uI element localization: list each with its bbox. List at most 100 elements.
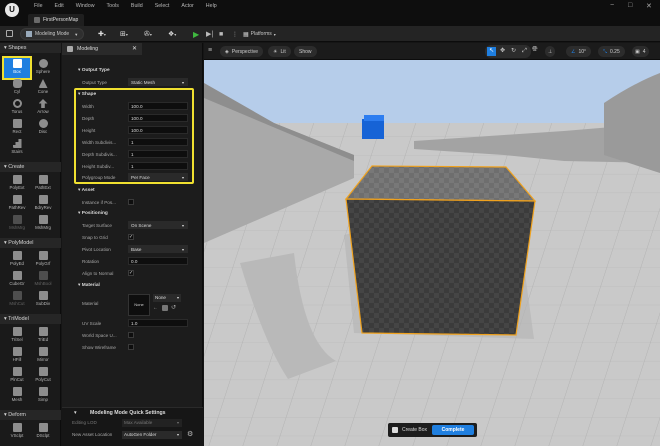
viewport-menu-icon[interactable]: ≡ [208,47,212,54]
material-dropdown[interactable]: None ▾ [153,294,181,302]
tool-polycut[interactable]: PolyCut [30,366,56,386]
depth-field[interactable]: 100.0 [128,114,188,122]
scale-snap-button[interactable]: ⤡ 0.25 [598,46,625,57]
tool-torus[interactable]: Torus [4,98,30,118]
save-icon[interactable] [6,30,13,37]
new-asset-location-dropdown[interactable]: AutoGen Folder ▾ [122,431,182,439]
close-window-button[interactable]: ✕ [646,2,652,10]
platforms-button[interactable]: ▦ Platforms ▾ [243,28,276,40]
category-deform[interactable]: ▾ Deform [0,410,61,420]
rotation-field[interactable]: 0.0 [128,257,188,265]
quick-settings-header[interactable]: ▾ Modeling Mode Quick Settings [74,410,166,416]
polygroup-mode-dropdown[interactable]: Per Face ▾ [128,173,188,181]
section-asset[interactable]: ▾ Asset [70,186,196,196]
tool-arrow[interactable]: Arrow [30,98,56,118]
complete-button[interactable]: Complete [432,425,474,435]
tool-vsclpt[interactable]: VSclpt [4,422,30,442]
uv-scale-field[interactable]: 1.0 [128,319,188,327]
show-wireframe-checkbox[interactable] [128,344,134,350]
height-subdivisions-field[interactable]: 1 [128,162,188,170]
tool-pathrev[interactable]: PathRev [4,194,30,214]
content-button[interactable]: ❖ ▾ [168,28,176,40]
browse-folder-icon[interactable] [162,305,168,311]
tool-cone[interactable]: Cone [30,78,56,98]
tool-sphere[interactable]: Sphere [30,58,56,78]
camera-speed-button[interactable]: ▣ 4 [632,46,649,57]
snap-to-grid-checkbox[interactable]: ✓ [128,234,134,240]
level-tab[interactable]: FirstPersonMap [28,14,84,26]
category-create[interactable]: ▾ Create [0,162,61,172]
pivot-location-dropdown[interactable]: Base ▾ [128,245,188,253]
close-tab-icon[interactable]: ✕ [132,45,137,52]
tool-simp[interactable]: Simp [30,386,56,406]
menu-tools[interactable]: Tools [107,3,119,9]
settings-gear-icon[interactable]: ⚙ [187,430,193,438]
world-icon[interactable]: 🌐︎ [532,46,538,54]
section-material[interactable]: ▾ Material [70,281,196,291]
stop-button[interactable]: ■ [219,28,223,40]
play-options-button[interactable]: ⋮ [232,28,238,40]
category-shapes[interactable]: ▾ Shapes [0,43,61,53]
show-button[interactable]: Show [294,46,317,57]
category-polymodel[interactable]: ▾ PolyModel [0,238,61,248]
tool-mirror[interactable]: Mirror [30,346,56,366]
lit-button[interactable]: ☀ Lit [268,46,291,57]
add-content-button[interactable]: ✚ ▾ [98,28,106,40]
tool-pathext[interactable]: PathExt [30,174,56,194]
menu-help[interactable]: Help [206,3,217,9]
tool-rect[interactable]: Rect [4,118,30,138]
tool-hfill[interactable]: HFill [4,346,30,366]
category-trimodel[interactable]: ▾ TriModel [0,314,61,324]
tool-stairs[interactable]: Stairs [4,138,30,158]
tool-box[interactable]: Box [2,56,32,80]
move-icon[interactable]: ✥ [498,47,507,56]
level-viewport[interactable] [204,43,660,446]
tool-tried[interactable]: TriEd [30,326,56,346]
menu-actor[interactable]: Actor [181,3,193,9]
maximize-button[interactable]: □ [628,2,632,9]
menu-window[interactable]: Window [76,3,95,9]
step-button[interactable]: ▶| [206,28,213,40]
target-surface-dropdown[interactable]: On Scene ▾ [128,221,188,229]
world-space-uv-checkbox[interactable] [128,332,134,338]
scale-icon[interactable]: ⤢ [520,47,529,56]
tool-dsclpt[interactable]: DSclpt [30,422,56,442]
perspective-button[interactable]: ◈ Perspective [220,46,263,57]
menu-edit[interactable]: Edit [55,3,64,9]
menu-build[interactable]: Build [131,3,143,9]
tool-mshmrg[interactable]: MshMrg [30,214,56,234]
tool-trisel[interactable]: TriSel [4,326,30,346]
modeling-tab[interactable]: Modeling ✕ [62,43,142,55]
menu-select[interactable]: Select [155,3,170,9]
align-to-normal-checkbox[interactable]: ✓ [128,270,134,276]
tool-bdryrev[interactable]: BdryRev [30,194,56,214]
tool-polygrf[interactable]: PolyGrf [30,250,56,270]
minimize-button[interactable]: − [610,2,614,9]
material-thumbnail[interactable]: None [128,294,150,316]
tool-polyed[interactable]: PolyEd [4,250,30,270]
tool-subdiv[interactable]: SubDiv [30,290,56,310]
section-output-type[interactable]: ▾ Output Type [70,66,196,76]
cinematics-button[interactable]: ✇ ▾ [144,28,152,40]
output-type-dropdown[interactable]: Static Mesh ▾ [128,78,188,86]
tool-polyext[interactable]: PolyExt [4,174,30,194]
section-positioning[interactable]: ▾ Positioning [70,209,196,219]
width-subdivisions-field[interactable]: 1 [128,138,188,146]
tool-plncut[interactable]: PlnCut [4,366,30,386]
tool-cubegr[interactable]: CubeGr [4,270,30,290]
tool-cylinder[interactable]: Cyl [4,78,30,98]
play-button[interactable]: ▶ [193,28,199,40]
section-shape[interactable]: ▾ Shape [70,90,196,100]
tool-mesh[interactable]: Mesh [4,386,30,406]
height-field[interactable]: 100.0 [128,126,188,134]
select-icon[interactable]: ↖ [487,47,496,56]
width-field[interactable]: 100.0 [128,102,188,110]
reset-icon[interactable]: ↺ [171,304,176,311]
tool-disc[interactable]: Disc [30,118,56,138]
depth-subdivisions-field[interactable]: 1 [128,150,188,158]
mode-selector[interactable]: Modeling Mode ▼ [20,28,84,40]
rotation-snap-button[interactable]: ∠ 10° [566,46,592,57]
rotate-icon[interactable]: ↻ [509,47,518,56]
blueprint-button[interactable]: ⊞ ▾ [120,28,128,40]
menu-file[interactable]: File [34,3,43,9]
